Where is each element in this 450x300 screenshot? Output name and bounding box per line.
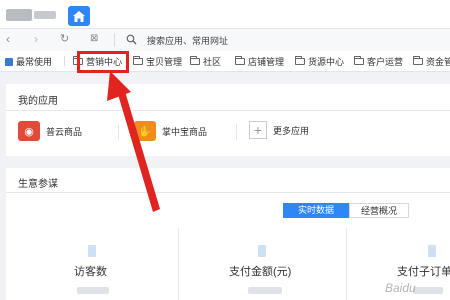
watermark: Baidu bbox=[385, 281, 416, 295]
annotation-arrow-icon bbox=[107, 71, 160, 212]
